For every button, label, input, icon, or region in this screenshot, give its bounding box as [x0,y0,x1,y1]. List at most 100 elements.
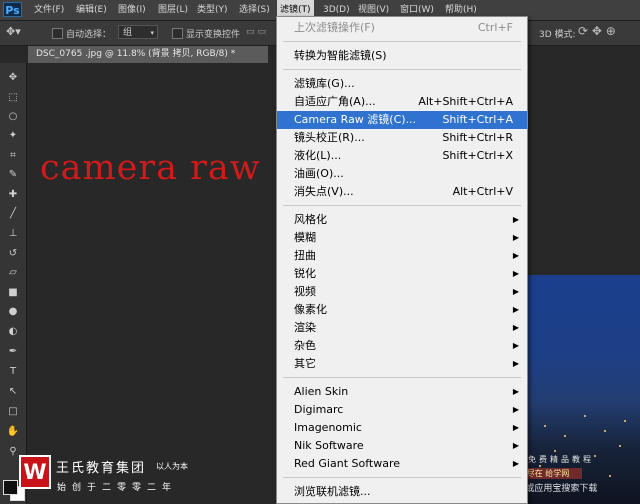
filter-menu-item-label: 镜头校正(R)... [294,131,365,144]
filter-menu-item[interactable]: 杂色 ▶ [277,337,527,355]
eraser-icon[interactable]: ▱ [5,266,21,280]
brand-name: 王氏教育集团 [56,461,147,476]
menu-separator [283,377,521,378]
filter-menu-item[interactable]: 扭曲 ▶ [277,247,527,265]
submenu-arrow-icon: ▶ [512,423,519,432]
filter-menu-item-label: 视频 [294,285,316,298]
gradient-icon[interactable]: ■ [5,286,21,300]
show-transform-label: 显示变换控件 [186,30,241,40]
filter-menu-item[interactable]: 风格化 ▶ [277,211,527,229]
filter-menu-item[interactable]: 渲染 ▶ [277,319,527,337]
dodge-icon[interactable]: ◐ [5,325,21,339]
filter-menu-item-label: 渲染 [294,321,316,334]
filter-menu-item[interactable]: 液化(L)... Shift+Ctrl+X [277,147,527,165]
filter-menu-item-label: Camera Raw 滤镜(C)... [294,113,417,126]
filter-menu-item[interactable]: 像素化 ▶ [277,301,527,319]
filter-menu-item-label: Imagenomic [294,421,362,434]
stamp-icon[interactable]: ⊥ [5,227,21,241]
camera-raw-overlay-text: camera raw [40,148,261,188]
pen-icon[interactable]: ✒ [5,345,21,359]
filter-menu-item[interactable]: 锐化 ▶ [277,265,527,283]
path-select-icon[interactable]: ↖ [5,385,21,399]
submenu-arrow-icon: ▶ [512,405,519,414]
magic-wand-icon[interactable]: ✦ [5,129,21,143]
filter-menu-item-label: 转换为智能滤镜(S) [294,49,387,62]
filter-menu-item[interactable]: Red Giant Software ▶ [277,455,527,473]
submenu-arrow-icon: ▶ [512,359,519,368]
healing-icon[interactable]: ✚ [5,188,21,202]
hand-icon[interactable]: ✋ [5,425,21,439]
lasso-icon[interactable]: ○ [5,110,21,124]
move-icon[interactable]: ✥ [5,71,21,85]
filter-menu-item-shortcut: Shift+Ctrl+A [442,113,513,126]
menu-layer[interactable]: 图层(L) [155,0,191,20]
shape-icon[interactable]: □ [5,405,21,419]
eyedropper-icon[interactable]: ✎ [5,168,21,182]
menu-separator [283,205,521,206]
brand-motto: 以人为本 [156,462,188,471]
menu-separator [283,69,521,70]
filter-menu-item[interactable]: 镜头校正(R)... Shift+Ctrl+R [277,129,527,147]
filter-menu-item-label: Nik Software [294,439,364,452]
3d-orbit-icon[interactable]: ⟳ ✥ ⊕ [578,24,616,38]
filter-menu-item[interactable]: 浏览联机滤镜... [277,483,527,501]
menu-file[interactable]: 文件(F) [31,0,67,20]
show-transform-checkbox[interactable] [172,28,183,39]
auto-select-checkbox[interactable] [52,28,63,39]
align-icons[interactable]: ▭ ▭ [246,27,266,37]
submenu-arrow-icon: ▶ [512,459,519,468]
group-select[interactable]: 组 ▾ [118,25,158,39]
menu-image[interactable]: 图像(I) [115,0,149,20]
foreground-color-swatch[interactable] [3,480,18,495]
filter-menu-item[interactable]: 消失点(V)... Alt+Ctrl+V [277,183,527,201]
submenu-arrow-icon: ▶ [512,251,519,260]
filter-menu-item[interactable]: 自适应广角(A)... Alt+Shift+Ctrl+A [277,93,527,111]
submenu-arrow-icon: ▶ [512,305,519,314]
filter-menu-item-label: 锐化 [294,267,316,280]
filter-menu-item[interactable]: Camera Raw 滤镜(C)... Shift+Ctrl+A [277,111,527,129]
submenu-arrow-icon: ▶ [512,441,519,450]
document-tab[interactable]: DSC_0765 .jpg @ 11.8% (背景 拷贝, RGB/8) * [28,46,268,63]
filter-menu-item[interactable]: 其它 ▶ [277,355,527,373]
filter-menu-item[interactable]: 视频 ▶ [277,283,527,301]
filter-menu-item-label: Alien Skin [294,385,349,398]
filter-menu-item[interactable]: 滤镜库(G)... [277,75,527,93]
filter-menu-item-shortcut: Ctrl+F [477,21,513,34]
chevron-down-icon: ▾ [150,29,154,37]
filter-menu-item[interactable]: 转换为智能滤镜(S) [277,47,527,65]
menu-separator [283,477,521,478]
brush-icon[interactable]: ╱ [5,207,21,221]
marquee-icon[interactable]: ⬚ [5,91,21,105]
filter-menu-item[interactable]: 油画(O)... [277,165,527,183]
filter-menu-item-label: 液化(L)... [294,149,342,162]
filter-menu-item-label: 油画(O)... [294,167,344,180]
filter-menu-item-label: Digimarc [294,403,344,416]
filter-menu-item-label: 浏览联机滤镜... [294,485,371,498]
filter-menu-item-shortcut: Alt+Ctrl+V [452,185,513,198]
history-brush-icon[interactable]: ↺ [5,247,21,261]
filter-menu-item[interactable]: Digimarc ▶ [277,401,527,419]
3d-mode-label: 3D 模式: [539,30,576,40]
filter-menu-item-shortcut: Shift+Ctrl+X [442,149,513,162]
blur-icon[interactable]: ● [5,305,21,319]
filter-menu-item-label: 其它 [294,357,316,370]
group-select-value: 组 [123,28,133,38]
menu-type[interactable]: 类型(Y) [194,0,231,20]
submenu-arrow-icon: ▶ [512,269,519,278]
submenu-arrow-icon: ▶ [512,341,519,350]
menu-edit[interactable]: 编辑(E) [73,0,110,20]
filter-menu-item-label: 扭曲 [294,249,316,262]
menu-select[interactable]: 选择(S) [236,0,273,20]
crop-icon[interactable]: ⌗ [5,149,21,163]
filter-menu-item[interactable]: Nik Software ▶ [277,437,527,455]
filter-menu: 上次滤镜操作(F) Ctrl+F 转换为智能滤镜(S) 滤镜库(G)... 自适应广角(… [276,16,528,504]
filter-menu-item-label: 风格化 [294,213,327,226]
filter-menu-item[interactable]: Imagenomic ▶ [277,419,527,437]
filter-menu-item[interactable]: 模糊 ▶ [277,229,527,247]
submenu-arrow-icon: ▶ [512,233,519,242]
filter-menu-item[interactable]: Alien Skin ▶ [277,383,527,401]
menu-separator [283,41,521,42]
move-tool-icon[interactable]: ✥▾ [6,25,21,38]
brand-since: 始创于二零零二年 [57,483,178,493]
type-icon[interactable]: T [5,365,21,379]
